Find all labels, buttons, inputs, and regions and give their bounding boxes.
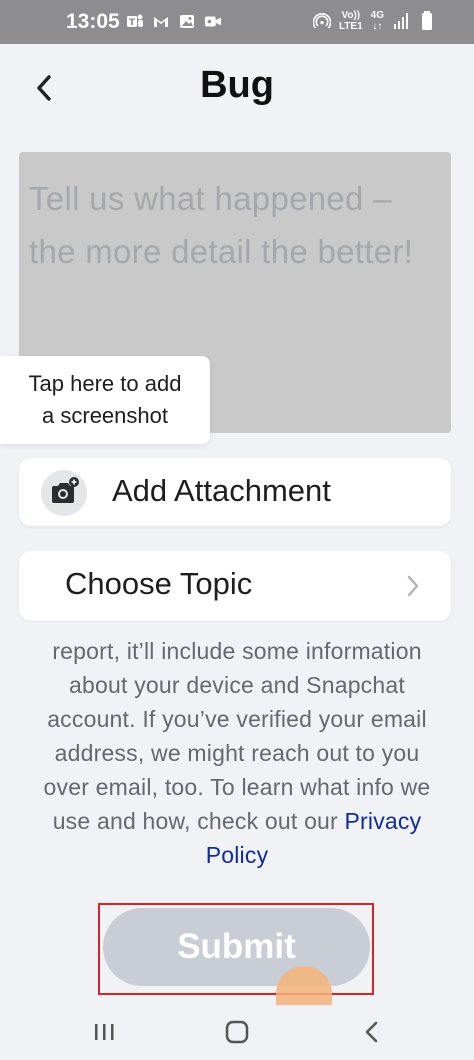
submit-button[interactable]: Submit [103, 908, 370, 986]
info-line-5: over email, too. To learn what info we [43, 774, 431, 800]
home-button[interactable] [217, 1015, 257, 1049]
info-fade [0, 622, 474, 640]
status-bar: 13:05 T Vo)) LTE1 4G ↓↑ [0, 0, 474, 44]
info-text: report, it’ll include some information a… [20, 634, 454, 872]
network-volte: Vo)) [341, 10, 361, 21]
battery-icon [418, 11, 436, 30]
video-icon [204, 13, 222, 30]
add-attachment-label: Add Attachment [112, 473, 331, 508]
back-icon [365, 1021, 378, 1043]
tooltip-line-2: a screenshot [42, 403, 168, 428]
submit-label: Submit [177, 927, 296, 966]
status-left-icons: T [126, 13, 222, 30]
hotspot-icon [312, 13, 331, 30]
page-title: Bug [200, 64, 274, 106]
privacy-link-part-1[interactable]: Privacy [345, 808, 422, 834]
info-line-6: use and how, check out our Privacy [20, 804, 454, 838]
teams-icon: T [126, 13, 144, 30]
svg-text:T: T [129, 18, 136, 28]
network-type-label: 4G [370, 10, 384, 21]
description-placeholder: Tell us what happened – the more detail … [29, 180, 414, 270]
choose-topic-button[interactable]: Choose Topic [19, 551, 451, 621]
signal-icon [392, 13, 410, 30]
add-attachment-button[interactable]: Add Attachment [19, 458, 451, 526]
network-label: Vo)) LTE1 [339, 10, 363, 32]
chevron-right-icon [407, 575, 419, 597]
header: Bug [0, 44, 474, 144]
privacy-link-part-2[interactable]: Policy [206, 842, 269, 868]
data-arrows-icon: ↓↑ [372, 21, 383, 32]
info-line-4: address, we might reach out to you [54, 740, 420, 766]
gallery-icon [178, 13, 196, 30]
choose-topic-label: Choose Topic [65, 566, 253, 601]
recent-apps-button[interactable] [84, 1015, 124, 1049]
network-lte: LTE1 [338, 21, 363, 32]
status-right: Vo)) LTE1 4G ↓↑ [312, 10, 436, 32]
nav-bar [0, 1005, 474, 1060]
network-type: 4G ↓↑ [371, 10, 384, 32]
status-time: 13:05 [66, 10, 120, 33]
info-line-6-prefix: use and how, check out our [52, 808, 345, 834]
info-line-7: Policy [20, 838, 454, 872]
tooltip-line-1: Tap here to add [28, 371, 182, 396]
info-line-3: account. If you’ve verified your email [47, 706, 427, 732]
recent-apps-icon [95, 1024, 114, 1040]
home-icon [225, 1020, 249, 1044]
camera-add-icon [41, 470, 87, 516]
gmail-icon [152, 13, 170, 30]
screenshot-tooltip: Tap here to add a screenshot [0, 356, 210, 444]
info-line-2: about your device and Snapchat [69, 672, 405, 698]
system-back-button[interactable] [352, 1015, 392, 1049]
